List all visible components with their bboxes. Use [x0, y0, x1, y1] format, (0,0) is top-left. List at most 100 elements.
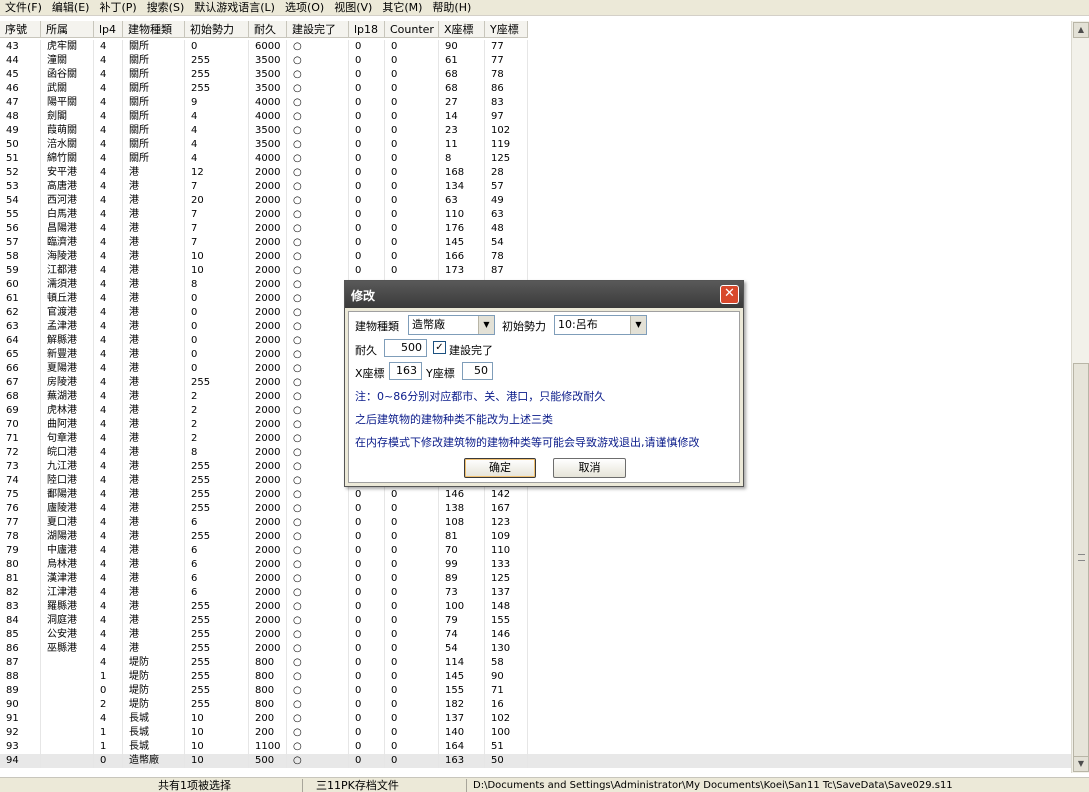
table-cell: 0	[385, 628, 439, 642]
column-header[interactable]: Y座標	[485, 21, 528, 38]
table-row[interactable]: 56 昌陽港 4 港 7 2000 ○ 0 0 176 48	[0, 222, 1071, 236]
table-cell: 港	[123, 600, 185, 614]
table-row[interactable]: 76 廬陵港 4 港 255 2000 ○ 0 0 138 167	[0, 502, 1071, 516]
menu-item[interactable]: 选项(O)	[280, 0, 329, 15]
y-coord-input[interactable]: 50	[462, 362, 493, 380]
vertical-scrollbar[interactable]: ▲ ▼	[1071, 21, 1089, 773]
table-cell: 6	[185, 558, 249, 572]
table-row[interactable]: 45 函谷關 4 關所 255 3500 ○ 0 0 68 78	[0, 68, 1071, 82]
table-row[interactable]: 53 高唐港 4 港 7 2000 ○ 0 0 134 57	[0, 180, 1071, 194]
table-row[interactable]: 79 中廬港 4 港 6 2000 ○ 0 0 70 110	[0, 544, 1071, 558]
table-row[interactable]: 78 湖陽港 4 港 255 2000 ○ 0 0 81 109	[0, 530, 1071, 544]
table-cell: 江都港	[41, 264, 94, 278]
table-row[interactable]: 51 綿竹關 4 關所 4 4000 ○ 0 0 8 125	[0, 152, 1071, 166]
table-cell: 港	[123, 306, 185, 320]
table-row[interactable]: 88 1 堤防 255 800 ○ 0 0 145 90	[0, 670, 1071, 684]
table-row[interactable]: 50 涪水關 4 關所 4 3500 ○ 0 0 11 119	[0, 138, 1071, 152]
initial-force-value: 10:呂布	[558, 318, 598, 331]
table-cell: 79	[0, 544, 41, 558]
dialog-title-bar[interactable]: 修改 ✕	[345, 281, 743, 308]
table-row[interactable]: 86 巫縣港 4 港 255 2000 ○ 0 0 54 130	[0, 642, 1071, 656]
table-cell: 6	[185, 544, 249, 558]
completed-checkbox[interactable]: ✓	[433, 341, 446, 354]
table-row[interactable]: 48 劍閣 4 關所 4 4000 ○ 0 0 14 97	[0, 110, 1071, 124]
menu-item[interactable]: 文件(F)	[0, 0, 47, 15]
table-cell: 0	[349, 180, 385, 194]
column-header[interactable]: X座標	[439, 21, 485, 38]
table-row[interactable]: 46 武關 4 關所 255 3500 ○ 0 0 68 86	[0, 82, 1071, 96]
table-row[interactable]: 52 安平港 4 港 12 2000 ○ 0 0 168 28	[0, 166, 1071, 180]
table-row[interactable]: 82 江津港 4 港 6 2000 ○ 0 0 73 137	[0, 586, 1071, 600]
table-cell: 94	[0, 754, 41, 768]
table-cell: 99	[439, 558, 485, 572]
table-cell: 1	[94, 670, 123, 684]
dialog-title: 修改	[351, 289, 376, 303]
ok-button[interactable]: 确定	[464, 458, 536, 478]
table-cell: 255	[185, 698, 249, 712]
table-cell: 0	[385, 684, 439, 698]
table-cell: 85	[0, 628, 41, 642]
table-cell: 巫縣港	[41, 642, 94, 656]
table-row[interactable]: 84 洞庭港 4 港 255 2000 ○ 0 0 79 155	[0, 614, 1071, 628]
table-cell: 0	[349, 236, 385, 250]
x-coord-input[interactable]: 163	[389, 362, 422, 380]
table-row[interactable]: 87 4 堤防 255 800 ○ 0 0 114 58	[0, 656, 1071, 670]
table-row[interactable]: 77 夏口港 4 港 6 2000 ○ 0 0 108 123	[0, 516, 1071, 530]
table-row[interactable]: 44 潼關 4 關所 255 3500 ○ 0 0 61 77	[0, 54, 1071, 68]
table-row[interactable]: 93 1 長城 10 1100 ○ 0 0 164 51	[0, 740, 1071, 754]
table-row[interactable]: 49 葭萌關 4 關所 4 3500 ○ 0 0 23 102	[0, 124, 1071, 138]
column-header[interactable]: 耐久	[249, 21, 287, 38]
column-header[interactable]: 建設完了	[287, 21, 349, 38]
table-cell: 0	[185, 348, 249, 362]
menu-item[interactable]: 编辑(E)	[47, 0, 95, 15]
building-type-select[interactable]: 造幣廠 ▼	[408, 315, 495, 335]
column-header[interactable]: 所属	[41, 21, 94, 38]
menu-item[interactable]: 视图(V)	[329, 0, 377, 15]
table-row[interactable]: 89 0 堤防 255 800 ○ 0 0 155 71	[0, 684, 1071, 698]
table-cell: 港	[123, 390, 185, 404]
scroll-up-icon[interactable]: ▲	[1073, 22, 1089, 38]
table-row[interactable]: 94 0 造幣廠 10 500 ○ 0 0 163 50	[0, 754, 1071, 768]
column-header[interactable]: 序號	[0, 21, 41, 38]
table-row[interactable]: 55 白馬港 4 港 7 2000 ○ 0 0 110 63	[0, 208, 1071, 222]
menu-item[interactable]: 默认游戏语言(L)	[189, 0, 280, 15]
scroll-thumb[interactable]	[1073, 363, 1089, 758]
menu-item[interactable]: 帮助(H)	[427, 0, 476, 15]
column-header[interactable]: lp4	[94, 21, 123, 38]
table-row[interactable]: 58 海陵港 4 港 10 2000 ○ 0 0 166 78	[0, 250, 1071, 264]
column-header[interactable]: 初始勢力	[185, 21, 249, 38]
table-cell: 142	[485, 488, 528, 502]
durability-input[interactable]: 500	[384, 339, 427, 357]
table-row[interactable]: 57 臨濟港 4 港 7 2000 ○ 0 0 145 54	[0, 236, 1071, 250]
scroll-down-icon[interactable]: ▼	[1073, 756, 1089, 772]
table-row[interactable]: 92 1 長城 10 200 ○ 0 0 140 100	[0, 726, 1071, 740]
initial-force-select[interactable]: 10:呂布 ▼	[554, 315, 647, 335]
table-cell: 72	[0, 446, 41, 460]
menu-item[interactable]: 其它(M)	[377, 0, 427, 15]
table-row[interactable]: 83 羅縣港 4 港 255 2000 ○ 0 0 100 148	[0, 600, 1071, 614]
table-cell: 關所	[123, 96, 185, 110]
table-row[interactable]: 90 2 堤防 255 800 ○ 0 0 182 16	[0, 698, 1071, 712]
table-cell: 0	[185, 320, 249, 334]
column-header[interactable]: 建物種類	[123, 21, 185, 38]
table-cell: 54	[439, 642, 485, 656]
table-row[interactable]: 75 鄱陽港 4 港 255 2000 ○ 0 0 146 142	[0, 488, 1071, 502]
table-cell: 臨濟港	[41, 236, 94, 250]
table-cell: 4	[94, 348, 123, 362]
table-cell: 0	[385, 208, 439, 222]
table-row[interactable]: 80 烏林港 4 港 6 2000 ○ 0 0 99 133	[0, 558, 1071, 572]
table-cell: 2000	[249, 558, 287, 572]
close-icon[interactable]: ✕	[720, 285, 739, 304]
table-row[interactable]: 81 漢津港 4 港 6 2000 ○ 0 0 89 125	[0, 572, 1071, 586]
table-row[interactable]: 47 陽平關 4 關所 9 4000 ○ 0 0 27 83	[0, 96, 1071, 110]
table-row[interactable]: 59 江都港 4 港 10 2000 ○ 0 0 173 87	[0, 264, 1071, 278]
table-row[interactable]: 43 虎牢關 4 關所 0 6000 ○ 0 0 90 77	[0, 40, 1071, 54]
column-header[interactable]: Counter	[385, 21, 439, 38]
table-row[interactable]: 54 西河港 4 港 20 2000 ○ 0 0 63 49	[0, 194, 1071, 208]
table-row[interactable]: 85 公安港 4 港 255 2000 ○ 0 0 74 146	[0, 628, 1071, 642]
column-header[interactable]: lp18	[349, 21, 385, 38]
menu-item[interactable]: 搜索(S)	[142, 0, 190, 15]
menu-item[interactable]: 补丁(P)	[94, 0, 141, 15]
cancel-button[interactable]: 取消	[553, 458, 626, 478]
table-row[interactable]: 91 4 長城 10 200 ○ 0 0 137 102	[0, 712, 1071, 726]
